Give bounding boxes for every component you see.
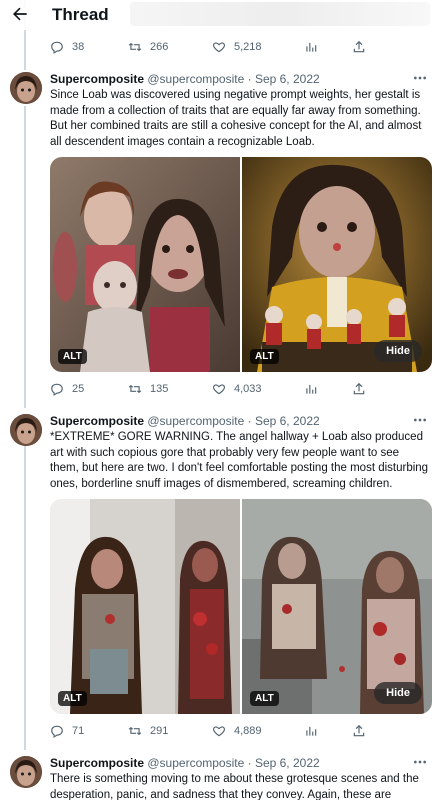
avatar-image — [10, 756, 42, 788]
more-icon[interactable] — [412, 414, 428, 426]
tweet-header: Supercomposite @supercomposite · Sep 6, … — [50, 756, 320, 770]
page-title: Thread — [52, 5, 109, 24]
action-bar: 38 266 5,218 — [50, 37, 380, 57]
more-icon[interactable] — [412, 72, 428, 84]
like-button[interactable]: 4,889 — [212, 724, 262, 738]
like-count: 4,033 — [234, 383, 262, 395]
tweet-text: Since Loab was discovered using negative… — [50, 89, 422, 148]
share-icon — [353, 40, 365, 53]
hide-button[interactable]: Hide — [374, 682, 422, 704]
alt-badge[interactable]: ALT — [58, 349, 87, 364]
reply-count: 38 — [72, 41, 85, 53]
author-handle[interactable]: @supercomposite — [147, 414, 244, 428]
media-grid: ALT ALT Hide — [50, 157, 432, 372]
action-bar: 71 291 4,889 — [50, 721, 380, 741]
like-icon — [212, 42, 226, 53]
alt-badge[interactable]: ALT — [250, 691, 279, 706]
share-button[interactable] — [352, 382, 366, 396]
action-bar: 25 135 4,033 — [50, 379, 380, 399]
avatar[interactable] — [10, 756, 42, 788]
like-icon — [212, 384, 226, 395]
views-icon — [306, 42, 317, 52]
author-handle[interactable]: @supercomposite — [147, 756, 244, 770]
retweet-count: 291 — [150, 725, 169, 737]
views-icon — [306, 384, 317, 394]
thread-header: Thread — [0, 0, 440, 30]
alt-badge[interactable]: ALT — [58, 691, 87, 706]
retweet-button[interactable]: 291 — [128, 724, 168, 738]
back-arrow-icon[interactable] — [10, 4, 30, 24]
media-image[interactable]: ALT — [50, 499, 240, 714]
tweet-header: Supercomposite @supercomposite · Sep 6, … — [50, 414, 320, 428]
tweet-date[interactable]: · Sep 6, 2022 — [248, 756, 320, 770]
blurred-header-area — [130, 2, 430, 26]
views-button[interactable] — [304, 40, 318, 54]
author-handle[interactable]: @supercomposite — [147, 72, 244, 86]
views-icon — [306, 726, 317, 736]
views-button[interactable] — [304, 724, 318, 738]
author-name[interactable]: Supercomposite — [50, 414, 144, 428]
avatar-image — [10, 72, 42, 104]
retweet-count: 266 — [150, 41, 169, 53]
thread-line — [24, 446, 26, 750]
author-name[interactable]: Supercomposite — [50, 756, 144, 770]
media-grid: ALT ALT Hide — [50, 499, 432, 714]
reply-button[interactable]: 25 — [50, 382, 84, 396]
retweet-icon — [128, 385, 142, 393]
media-image[interactable]: ALT Hide — [242, 499, 432, 714]
media-image[interactable]: ALT — [50, 157, 240, 372]
reply-icon — [51, 41, 63, 54]
avatar[interactable] — [10, 72, 42, 104]
tweet-date[interactable]: · Sep 6, 2022 — [248, 72, 320, 86]
author-name[interactable]: Supercomposite — [50, 72, 144, 86]
retweet-count: 135 — [150, 383, 169, 395]
retweet-icon — [128, 727, 142, 735]
hallway-image — [50, 499, 240, 714]
retweet-icon — [128, 43, 142, 51]
like-button[interactable]: 4,033 — [212, 382, 262, 396]
tweet-date[interactable]: · Sep 6, 2022 — [248, 414, 320, 428]
share-button[interactable] — [352, 724, 366, 738]
hide-button[interactable]: Hide — [374, 340, 422, 362]
like-button[interactable]: 5,218 — [212, 40, 262, 54]
share-button[interactable] — [352, 40, 366, 54]
avatar[interactable] — [10, 414, 42, 446]
views-button[interactable] — [304, 382, 318, 396]
avatar-image — [10, 414, 42, 446]
like-icon — [212, 726, 226, 737]
reply-icon — [51, 725, 63, 738]
reply-icon — [51, 383, 63, 396]
tweet-text: *EXTREME* GORE WARNING. The angel hallwa… — [50, 431, 429, 490]
like-count: 4,889 — [234, 725, 262, 737]
like-count: 5,218 — [234, 41, 262, 53]
share-icon — [353, 382, 365, 395]
retweet-button[interactable]: 266 — [128, 40, 168, 54]
dolls-image — [50, 157, 240, 372]
tweet-header: Supercomposite @supercomposite · Sep 6, … — [50, 72, 320, 86]
share-icon — [353, 724, 365, 737]
more-icon[interactable] — [412, 756, 428, 768]
reply-count: 71 — [72, 725, 85, 737]
retweet-button[interactable]: 135 — [128, 382, 168, 396]
media-image[interactable]: ALT Hide — [242, 157, 432, 372]
reply-button[interactable]: 71 — [50, 724, 84, 738]
reply-count: 25 — [72, 383, 85, 395]
tweet-text: There is something moving to me about th… — [50, 773, 419, 800]
alt-badge[interactable]: ALT — [250, 349, 279, 364]
thread-line — [24, 106, 26, 408]
reply-button[interactable]: 38 — [50, 40, 84, 54]
